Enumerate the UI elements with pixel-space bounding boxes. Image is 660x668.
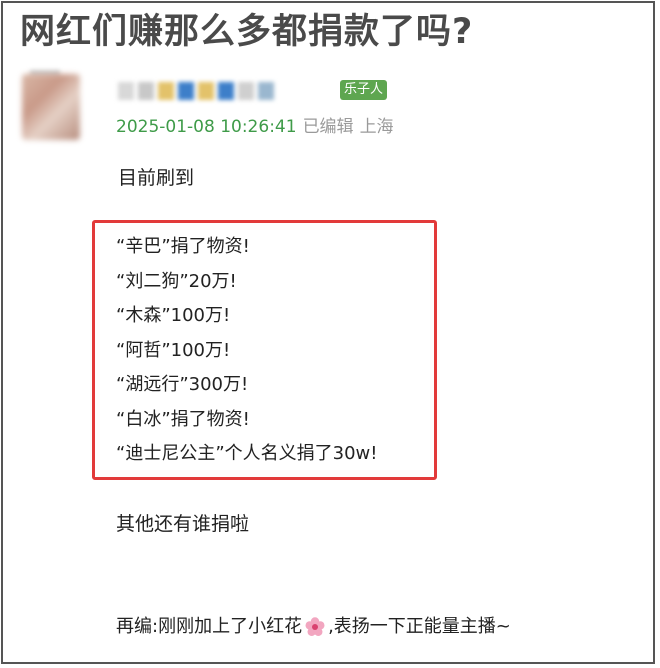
post-lead-text: 目前刷到 — [118, 167, 195, 189]
list-item: “迪士尼公主”个人名义捐了30w! — [116, 443, 378, 464]
username-blurred[interactable] — [118, 82, 274, 100]
list-item: “木森”100万! — [116, 305, 231, 326]
list-item: “阿哲”100万! — [116, 339, 231, 361]
post-meta: 2025-01-08 10:26:41 已编辑 上海 — [116, 116, 394, 138]
avatar[interactable] — [22, 74, 80, 140]
list-item: “湖远行”300万! — [116, 374, 249, 395]
edited-label: 已编辑 — [302, 117, 354, 137]
donation-list: “辛巴”捐了物资! “刘二狗”20万! “木森”100万! “阿哲”100万! … — [116, 230, 378, 472]
list-item: “白冰”捐了物资! — [116, 408, 250, 430]
list-item: “辛巴”捐了物资! — [116, 236, 250, 257]
post-timestamp: 2025-01-08 10:26:41 — [116, 117, 297, 137]
edit-note-text-tail: ,表扬一下正能量主播~ — [328, 616, 511, 637]
edit-note: 再编:刚刚加上了小红花 ,表扬一下正能量主播~ — [116, 614, 511, 640]
user-level-badge: 乐子人 — [340, 80, 388, 100]
post-followup-text: 其他还有谁捐啦 — [116, 513, 250, 535]
edit-note-text: 再编:刚刚加上了小红花 — [116, 616, 303, 637]
page-title: 网红们赚那么多都捐款了吗? — [20, 12, 474, 52]
post-location: 上海 — [359, 117, 394, 137]
flower-icon — [304, 616, 326, 638]
list-item: “刘二狗”20万! — [116, 270, 237, 292]
